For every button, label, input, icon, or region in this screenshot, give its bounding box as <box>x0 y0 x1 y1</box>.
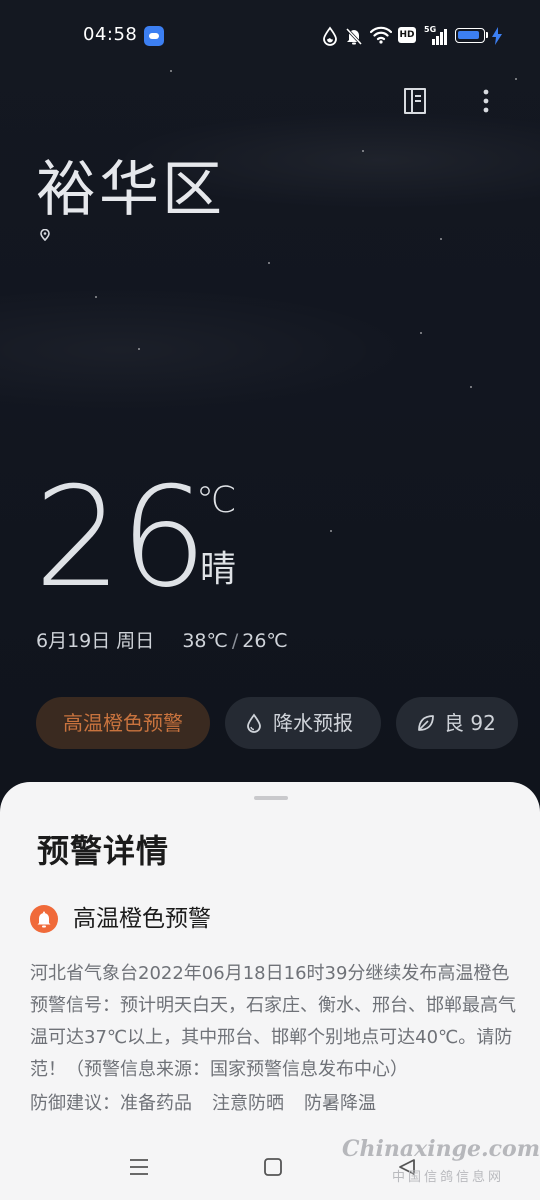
warning-chip-label: 高温橙色预警 <box>63 711 183 735</box>
weather-condition: 晴 <box>200 549 237 590</box>
status-bar: 04:58 HD 5G <box>0 22 540 50</box>
star <box>362 150 364 152</box>
city-name[interactable]: 裕华区 <box>36 150 225 230</box>
watermark-subtitle: 中国信鸽信息网 <box>392 1170 505 1185</box>
battery-tip <box>486 32 488 38</box>
date-forecast-line: 6月19日 周日 38℃/26℃ <box>36 626 288 653</box>
leaf-icon <box>418 715 434 731</box>
aqi-chip[interactable]: 良 92 <box>396 697 518 749</box>
weather-background <box>0 0 540 800</box>
advice-item: 注意防晒 <box>212 1093 284 1114</box>
defense-advice: 防御建议：准备药品 注意防晒 防暑降温 <box>30 1088 396 1120</box>
alert-body: 河北省气象台2022年06月18日16时39分继续发布高温橙色预警信号：预计明天… <box>30 963 516 1080</box>
forecast-low: 26℃ <box>242 630 288 652</box>
location-pin-icon <box>40 229 50 241</box>
star <box>138 348 140 350</box>
temperature-unit: ℃ <box>196 480 237 521</box>
star <box>515 78 517 80</box>
home-square-icon[interactable] <box>262 1157 284 1177</box>
sheet-drag-handle[interactable] <box>254 796 288 800</box>
alert-title: 高温橙色预警 <box>73 906 211 932</box>
star <box>440 238 442 240</box>
rain-forecast-label: 降水预报 <box>273 711 353 735</box>
bell-off-icon <box>345 27 363 46</box>
current-temperature: 26 <box>34 457 208 618</box>
star <box>268 262 270 264</box>
app-notification-icon <box>144 26 164 46</box>
aqi-label: 良 92 <box>444 711 496 735</box>
rain-forecast-chip[interactable]: 降水预报 <box>225 697 381 749</box>
bell-icon <box>30 905 58 933</box>
star <box>170 70 172 72</box>
forecast-high: 38℃ <box>182 630 228 652</box>
star <box>420 332 422 334</box>
warning-chip[interactable]: 高温橙色预警 <box>36 697 210 749</box>
menu-icon[interactable] <box>128 1157 150 1177</box>
advice-label: 防御建议： <box>30 1093 120 1114</box>
5g-signal-icon <box>432 29 447 45</box>
forecast-date: 6月19日 周日 <box>36 630 155 652</box>
wifi-icon <box>370 26 392 44</box>
advice-item: 防暑降温 <box>304 1093 376 1114</box>
star <box>330 530 332 532</box>
hd-icon: HD <box>398 27 416 43</box>
water-drop-outline-icon <box>247 713 261 733</box>
star <box>470 386 472 388</box>
more-options-icon[interactable] <box>471 86 501 116</box>
star <box>95 296 97 298</box>
watermark-logo: Chinaxinge.com <box>342 1136 540 1162</box>
advice-item: 准备药品 <box>120 1093 192 1114</box>
city-manage-icon[interactable] <box>400 86 430 116</box>
forecast-separator: / <box>231 630 239 652</box>
battery-icon <box>455 28 485 43</box>
water-drop-icon <box>323 26 337 46</box>
sheet-title: 预警详情 <box>37 832 170 870</box>
charging-bolt-icon <box>492 27 502 45</box>
status-time: 04:58 <box>83 24 138 45</box>
battery-level <box>458 31 479 39</box>
